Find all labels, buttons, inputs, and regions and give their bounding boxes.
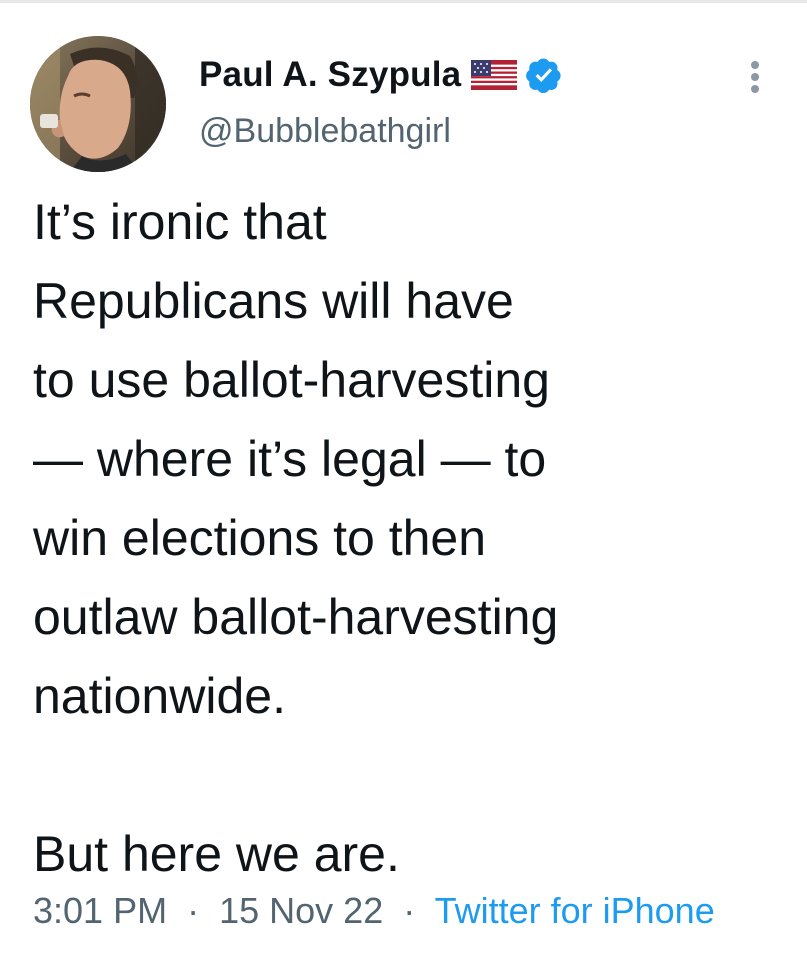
us-flag-icon [471, 60, 518, 90]
meta-separator: · [393, 890, 426, 931]
author-name-row: Paul A. Szypula [199, 52, 563, 98]
tweet-text-line: nationwide. [33, 668, 286, 724]
avatar-photo [30, 36, 166, 172]
tweet-text-line: Republicans will have [33, 273, 514, 329]
author-handle[interactable]: @Bubblebathgirl [199, 112, 451, 151]
avatar[interactable] [30, 36, 166, 172]
tweet-time[interactable]: 3:01 PM [33, 890, 167, 931]
more-options-icon[interactable] [740, 55, 770, 99]
tweet-card: Paul A. Szypula @Bubblebathgirl It’s iro… [0, 0, 807, 960]
author-display-name[interactable]: Paul A. Szypula [199, 55, 461, 95]
tweet-meta: 3:01 PM · 15 Nov 22 · Twitter for iPhone [33, 890, 715, 932]
meta-separator: · [177, 890, 210, 931]
tweet-source-link[interactable]: Twitter for iPhone [435, 890, 715, 931]
tweet-text-line: It’s ironic that [33, 194, 327, 250]
tweet-text-line: to use ballot-harvesting [33, 352, 550, 408]
tweet-text-line: win elections to then [33, 510, 487, 566]
tweet-text: It’s ironic that Republicans will have t… [33, 183, 793, 894]
tweet-text-line: — where it’s legal — to [33, 431, 547, 487]
verified-badge-icon [525, 56, 563, 94]
tweet-closing-line: But here we are. [33, 826, 400, 882]
tweet-text-line: outlaw ballot-harvesting [33, 589, 559, 645]
paragraph-break [33, 736, 793, 815]
tweet-date[interactable]: 15 Nov 22 [219, 890, 383, 931]
